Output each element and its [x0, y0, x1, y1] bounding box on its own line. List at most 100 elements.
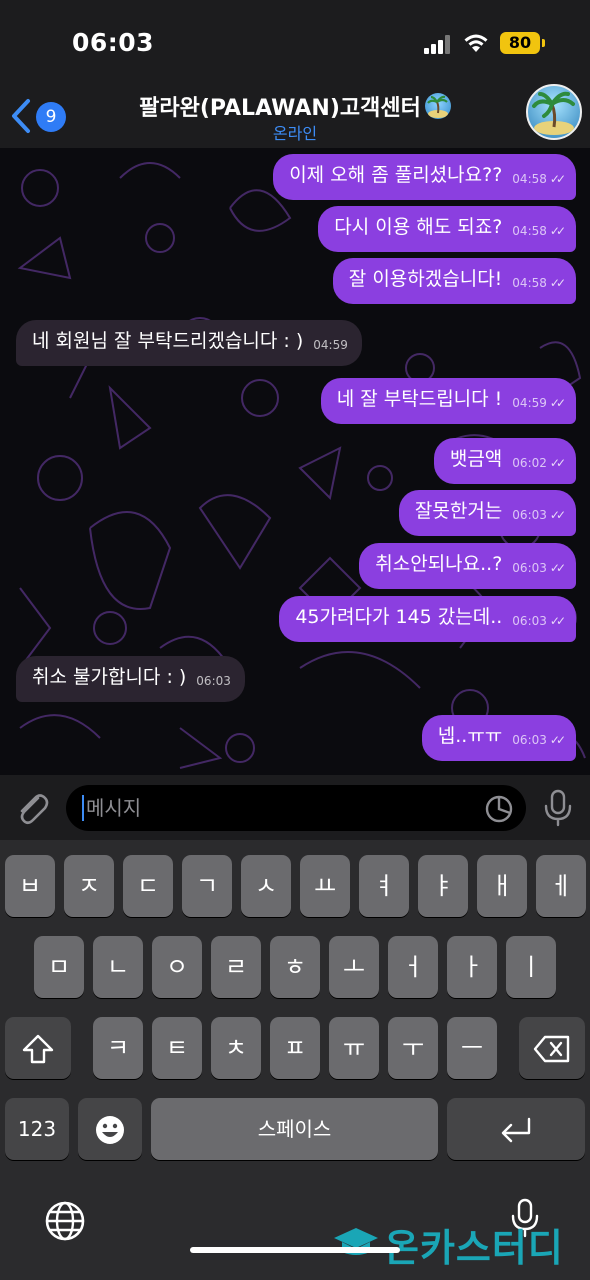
read-check-icon: ✓✓ [549, 276, 566, 290]
home-indicator[interactable] [190, 1247, 400, 1253]
key[interactable]: ㅏ [447, 936, 497, 998]
backspace-icon [533, 1035, 570, 1063]
key[interactable]: ㅂ [5, 855, 55, 917]
message-text: 네 잘 부탁드립니다 ! [336, 388, 503, 410]
key[interactable]: ㄴ [93, 936, 143, 998]
read-check-icon: ✓✓ [549, 733, 566, 747]
message-time: 04:58 [512, 276, 547, 290]
key[interactable]: ㅍ [270, 1017, 320, 1079]
backspace-key[interactable] [519, 1017, 585, 1079]
chat-avatar[interactable] [526, 84, 582, 140]
key[interactable]: ㅈ [64, 855, 114, 917]
read-check-icon: ✓✓ [549, 508, 566, 522]
key[interactable]: ㅅ [241, 855, 291, 917]
key[interactable]: ㅕ [359, 855, 409, 917]
message-input[interactable] [82, 795, 462, 821]
key[interactable]: ㅠ [329, 1017, 379, 1079]
composer-bar [0, 775, 590, 840]
message-list[interactable]: 이제 오해 좀 풀리셨나요?? 04:58 ✓✓ 다시 이용 해도 되죠? 04:58… [0, 148, 590, 775]
message-text: 잘못한거는 [414, 500, 503, 522]
watermark-logo-icon [334, 1228, 378, 1255]
read-check-icon: ✓✓ [549, 561, 566, 575]
key[interactable]: ㅋ [93, 1017, 143, 1079]
key[interactable]: ㅐ [477, 855, 527, 917]
palm-island-icon [424, 93, 451, 119]
sticker-icon[interactable] [484, 794, 514, 824]
globe-icon[interactable] [44, 1200, 86, 1242]
shift-key[interactable] [5, 1017, 71, 1079]
message-text: 이제 오해 좀 풀리셨나요?? [289, 164, 503, 186]
read-check-icon: ✓✓ [549, 456, 566, 470]
battery-icon: 80 [500, 32, 545, 54]
chat-title-text: 팔라완(PALAWAN)고객센터 [139, 96, 421, 121]
read-check-icon: ✓✓ [549, 224, 566, 238]
wifi-icon [464, 34, 488, 52]
palm-island-icon [532, 91, 575, 135]
message-time: 06:03 [512, 561, 547, 575]
numbers-key[interactable]: 123 [5, 1098, 69, 1160]
attachment-paperclip-icon[interactable] [14, 789, 50, 827]
read-check-icon: ✓✓ [549, 614, 566, 628]
message-bubble-out[interactable]: 다시 이용 해도 되죠? 04:58 ✓✓ [318, 206, 576, 252]
message-time: 06:03 [512, 508, 547, 522]
key[interactable]: ㄷ [123, 855, 173, 917]
message-time: 06:02 [512, 456, 547, 470]
message-bubble-out[interactable]: 뱃금액 06:02 ✓✓ [433, 438, 576, 484]
battery-level: 80 [508, 33, 532, 52]
cellular-signal-icon [424, 34, 452, 54]
key[interactable]: ㅔ [536, 855, 586, 917]
message-bubble-out[interactable]: 잘못한거는 06:03 ✓✓ [398, 490, 576, 536]
key[interactable]: ㄹ [211, 936, 261, 998]
chat-header: 9 팔라완(PALAWAN)고객센터 온라인 [0, 84, 590, 148]
watermark-text: 온카스터디 [384, 1226, 564, 1270]
message-time: 04:58 [512, 224, 547, 238]
key[interactable]: ㅇ [152, 936, 202, 998]
key[interactable]: ㅌ [152, 1017, 202, 1079]
emoji-key[interactable] [78, 1098, 142, 1160]
message-text: 뱃금액 [449, 448, 503, 470]
chat-title[interactable]: 팔라완(PALAWAN)고객센터 [0, 90, 590, 122]
message-time: 04:59 [512, 396, 547, 410]
message-bubble-out[interactable]: 잘 이용하겠습니다! 04:58 ✓✓ [332, 258, 576, 304]
message-text: 취소 불가합니다 : ) [32, 666, 187, 688]
key[interactable]: ㅓ [388, 936, 438, 998]
message-bubble-out[interactable]: 네 잘 부탁드립니다 ! 04:59 ✓✓ [320, 378, 576, 424]
key[interactable]: ㅛ [300, 855, 350, 917]
key[interactable]: ㅡ [447, 1017, 497, 1079]
message-bubble-out[interactable]: 취소안되나요..? 06:03 ✓✓ [359, 543, 576, 589]
read-check-icon: ✓✓ [549, 396, 566, 410]
message-text: 45가려다가 145 갔는데.. [295, 606, 503, 628]
message-time: 04:58 [512, 172, 547, 186]
key[interactable]: ㅜ [388, 1017, 438, 1079]
microphone-icon[interactable] [542, 789, 574, 827]
message-time: 06:03 [196, 674, 231, 688]
read-check-icon: ✓✓ [549, 172, 566, 186]
keyboard: ㅂ ㅈ ㄷ ㄱ ㅅ ㅛ ㅕ ㅑ ㅐ ㅔ ㅁ ㄴ ㅇ ㄹ ㅎ ㅗ ㅓ ㅏ ㅣ ㅋ … [0, 840, 590, 1280]
online-status: 온라인 [272, 124, 318, 143]
key[interactable]: ㅣ [506, 936, 556, 998]
message-bubble-in[interactable]: 취소 불가합니다 : ) 06:03 [16, 656, 245, 702]
key[interactable]: ㅊ [211, 1017, 261, 1079]
message-text: 취소안되나요..? [375, 553, 503, 575]
key[interactable]: ㅎ [270, 936, 320, 998]
message-time: 04:59 [313, 338, 348, 352]
key[interactable]: ㅁ [34, 936, 84, 998]
message-bubble-out[interactable]: 45가려다가 145 갔는데.. 06:03 ✓✓ [279, 596, 576, 642]
message-text: 잘 이용하겠습니다! [348, 268, 503, 290]
message-bubble-in[interactable]: 네 회원님 잘 부탁드리겠습니다 : ) 04:59 [16, 320, 362, 366]
message-input-field[interactable] [66, 785, 526, 831]
message-text: 네 회원님 잘 부탁드리겠습니다 : ) [32, 330, 304, 352]
key[interactable]: ㅗ [329, 936, 379, 998]
message-bubble-out[interactable]: 넵..ㅠㅠ 06:03 ✓✓ [421, 715, 576, 761]
return-icon [501, 1117, 531, 1143]
message-bubble-out[interactable]: 이제 오해 좀 풀리셨나요?? 04:58 ✓✓ [273, 154, 576, 200]
key[interactable]: ㅑ [418, 855, 468, 917]
key[interactable]: ㄱ [182, 855, 232, 917]
return-key[interactable] [447, 1098, 585, 1160]
space-key[interactable]: 스페이스 [151, 1098, 438, 1160]
shift-arrow-icon [22, 1034, 54, 1064]
message-time: 06:03 [512, 733, 547, 747]
emoji-icon [96, 1116, 124, 1144]
message-text: 넵..ㅠㅠ [437, 725, 503, 747]
message-time: 06:03 [512, 614, 547, 628]
